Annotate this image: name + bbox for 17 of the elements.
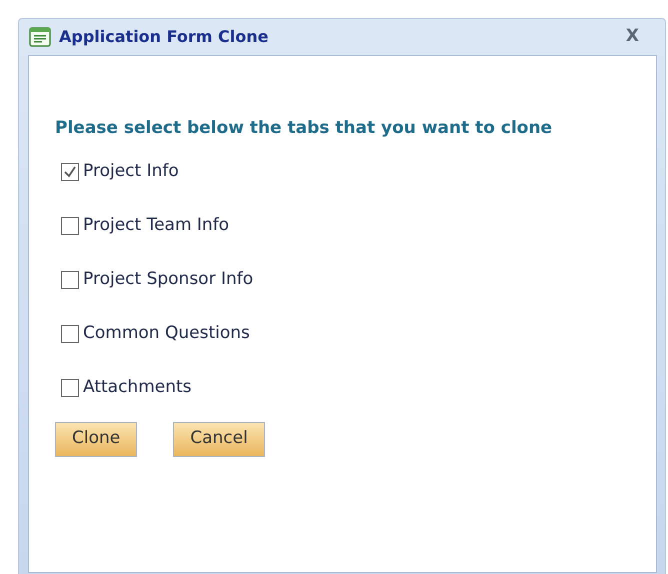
option-label: Project Info bbox=[83, 160, 179, 183]
form-icon bbox=[29, 27, 51, 47]
option-label: Attachments bbox=[83, 376, 192, 399]
option-label: Project Team Info bbox=[83, 214, 230, 237]
action-button[interactable]: Cancel bbox=[173, 422, 265, 456]
checkbox[interactable] bbox=[61, 324, 79, 342]
check-icon bbox=[63, 164, 77, 178]
checkbox[interactable] bbox=[61, 162, 79, 180]
action-button[interactable]: Clone bbox=[55, 422, 138, 456]
close-button[interactable]: X bbox=[626, 24, 639, 50]
option-label: Project Sponsor Info bbox=[83, 268, 254, 291]
option-label: Common Questions bbox=[83, 322, 250, 345]
checkbox[interactable] bbox=[61, 378, 79, 396]
window-title: Application Form Clone bbox=[59, 26, 268, 48]
prompt-text: Please select below the tabs that you want to clone bbox=[55, 117, 554, 140]
checkbox[interactable] bbox=[61, 216, 79, 234]
checkbox[interactable] bbox=[61, 270, 79, 288]
